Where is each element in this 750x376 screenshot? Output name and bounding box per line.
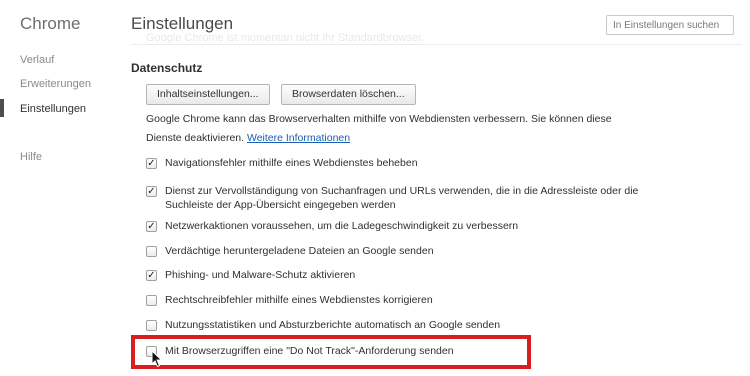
privacy-description-text: Google Chrome kann das Browserverhalten … bbox=[146, 113, 612, 144]
checkbox[interactable]: ✓ bbox=[146, 221, 157, 232]
option-label: Verdächtige heruntergeladene Dateien an … bbox=[165, 245, 434, 257]
option-label: Netzwerkaktionen voraussehen, um die Lad… bbox=[165, 220, 519, 232]
checkbox[interactable]: ✓ bbox=[146, 158, 157, 169]
sidebar-item-extensions[interactable]: Erweiterungen bbox=[20, 78, 91, 90]
content-settings-button[interactable]: Inhaltseinstellungen... bbox=[146, 84, 270, 105]
more-info-link[interactable]: Weitere Informationen bbox=[247, 132, 350, 144]
section-title-privacy: Datenschutz bbox=[131, 61, 203, 75]
page-title: Einstellungen bbox=[131, 14, 234, 33]
header-divider bbox=[131, 44, 742, 45]
search-input[interactable] bbox=[606, 15, 734, 35]
option-label: Phishing- und Malware-Schutz aktivieren bbox=[165, 269, 356, 281]
app-title: Chrome bbox=[20, 14, 81, 33]
sidebar-item-help[interactable]: Hilfe bbox=[20, 151, 42, 163]
default-browser-notice: Google Chrome ist momentan nicht Ihr Sta… bbox=[146, 32, 425, 44]
checkbox[interactable] bbox=[146, 320, 157, 331]
checkbox[interactable] bbox=[146, 295, 157, 306]
sidebar-item-history[interactable]: Verlauf bbox=[20, 54, 54, 66]
sidebar-item-settings[interactable]: Einstellungen bbox=[20, 103, 86, 115]
option-label: Rechtschreibfehler mithilfe eines Webdie… bbox=[165, 294, 433, 306]
highlight-box bbox=[131, 335, 531, 369]
sidebar: Chrome Verlauf Erweiterungen Einstellung… bbox=[0, 0, 110, 376]
active-indicator bbox=[0, 99, 4, 117]
privacy-description: Google Chrome kann das Browserverhalten … bbox=[146, 110, 646, 148]
checkbox[interactable]: ✓ bbox=[146, 186, 157, 197]
checkbox[interactable]: ✓ bbox=[146, 270, 157, 281]
option-label: Dienst zur Vervollständigung von Suchanf… bbox=[165, 185, 639, 211]
option-label: Nutzungsstatistiken und Absturzberichte … bbox=[165, 319, 501, 331]
checkbox[interactable] bbox=[146, 246, 157, 257]
option-label: Navigationsfehler mithilfe eines Webdien… bbox=[165, 157, 418, 169]
clear-browsing-data-button[interactable]: Browserdaten löschen... bbox=[281, 84, 416, 105]
mouse-pointer-icon bbox=[151, 350, 163, 368]
